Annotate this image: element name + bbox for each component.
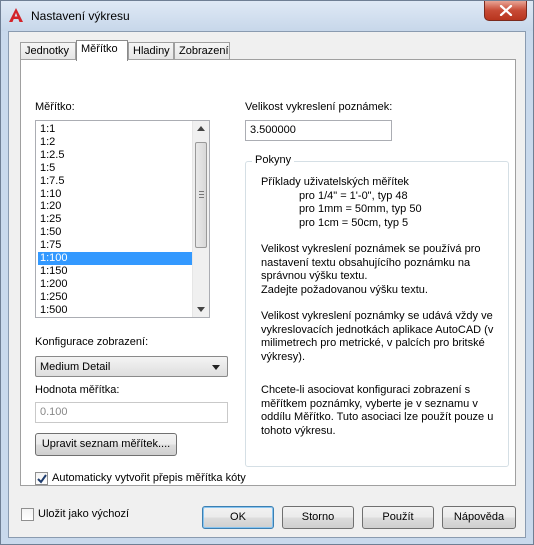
guidelines-paragraph-3: Chcete-li asociovat konfiguraci zobrazen…: [261, 384, 494, 437]
guidelines-groupbox: Pokyny Příklady uživatelských měřítek pr…: [245, 154, 509, 467]
tab-jednotky[interactable]: Jednotky: [20, 42, 76, 60]
scale-list-item[interactable]: 1:5: [38, 162, 209, 175]
close-button[interactable]: [484, 1, 527, 21]
dialog-client-area: Jednotky Měřítko Hladiny Zobrazení Měřít…: [8, 31, 526, 538]
auto-override-checkbox[interactable]: [35, 472, 48, 485]
edit-scales-button[interactable]: Upravit seznam měřítek....: [35, 433, 177, 456]
auto-override-label[interactable]: Automaticky vytvořit přepis měřítka kóty: [52, 472, 246, 484]
scale-list-scrollbar[interactable]: [192, 121, 209, 317]
close-x-icon: [499, 5, 513, 16]
scale-value-label: Hodnota měřítka:: [35, 384, 120, 396]
guidelines-paragraph-1: Velikost vykreslení poznámek se používá …: [261, 243, 481, 296]
scale-list-item[interactable]: 1:7.5: [38, 175, 209, 188]
scale-list-item[interactable]: 1:2.5: [38, 149, 209, 162]
scale-list-item[interactable]: 1:200: [38, 278, 209, 291]
scale-list-item[interactable]: 1:150: [38, 265, 209, 278]
chevron-down-icon: [212, 365, 220, 370]
cancel-button[interactable]: Storno: [282, 506, 354, 529]
scale-list-item[interactable]: 1:250: [38, 291, 209, 304]
save-default-checkbox[interactable]: [21, 508, 34, 521]
tab-panel-meritko: Měřítko: 1:1 1:2 1:2.5 1:5 1:7.5 1:10 1:20 1:25…: [20, 59, 516, 486]
scroll-down-icon[interactable]: [197, 307, 205, 312]
scale-list-item[interactable]: 1:100: [38, 252, 209, 265]
checkmark-icon: [37, 474, 47, 484]
guidelines-title: Pokyny: [252, 154, 295, 166]
scale-list-item[interactable]: 1:25: [38, 213, 209, 226]
display-config-label: Konfigurace zobrazení:: [35, 336, 149, 348]
examples-block: Příklady uživatelských měřítek pro 1/4" …: [261, 176, 422, 229]
display-config-dropdown[interactable]: Medium Detail: [35, 356, 228, 377]
scale-list-item[interactable]: 1:20: [38, 200, 209, 213]
autocad-a-icon: [9, 8, 23, 22]
scale-list-item[interactable]: 1:2: [38, 136, 209, 149]
scroll-up-icon[interactable]: [197, 126, 205, 131]
guidelines-paragraph-2: Velikost vykreslení poznámky se udává vž…: [261, 310, 494, 363]
scale-list[interactable]: 1:1 1:2 1:2.5 1:5 1:7.5 1:10 1:20 1:25 1:50 1:75 1…: [35, 120, 210, 318]
scale-list-item[interactable]: 1:1: [38, 123, 209, 136]
apply-button[interactable]: Použít: [362, 506, 434, 529]
scale-list-item[interactable]: 1:75: [38, 239, 209, 252]
ok-button[interactable]: OK: [202, 506, 274, 529]
tab-meritko[interactable]: Měřítko: [76, 40, 128, 61]
scale-value-field: 0.100: [35, 402, 228, 423]
dialog-window: Nastavení výkresu Jednotky Měřítko Hladi…: [0, 0, 534, 545]
scale-list-item[interactable]: 1:500: [38, 304, 209, 317]
scrollbar-thumb[interactable]: [195, 142, 207, 248]
tab-zobrazeni[interactable]: Zobrazení: [174, 42, 230, 60]
title-bar[interactable]: Nastavení výkresu: [1, 1, 533, 31]
annotation-scale-input[interactable]: 3.500000: [245, 120, 392, 141]
window-title: Nastavení výkresu: [31, 9, 130, 23]
scale-list-item[interactable]: 1:50: [38, 226, 209, 239]
scale-list-label: Měřítko:: [35, 101, 75, 113]
save-default-label[interactable]: Uložit jako výchozí: [38, 508, 129, 520]
annotation-scale-label: Velikost vykreslení poznámek:: [245, 101, 393, 113]
help-button[interactable]: Nápověda: [442, 506, 516, 529]
display-config-value: Medium Detail: [40, 361, 111, 373]
tab-hladiny[interactable]: Hladiny: [128, 42, 174, 60]
scale-list-item[interactable]: 1:10: [38, 188, 209, 201]
